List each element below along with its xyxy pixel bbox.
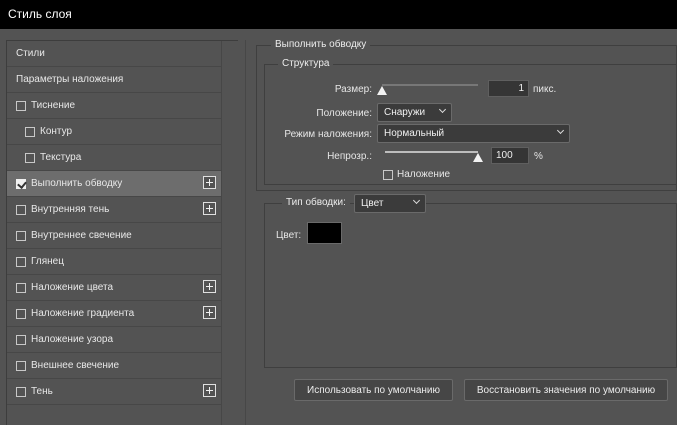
style-list-item-label: Глянец	[31, 256, 64, 267]
style-checkbox[interactable]	[16, 360, 26, 371]
style-list-item[interactable]: Контур	[7, 119, 221, 145]
structure-title: Структура	[278, 58, 334, 69]
make-default-button[interactable]: Использовать по умолчанию	[294, 379, 453, 401]
style-list-item[interactable]: Внутреннее свечение	[7, 223, 221, 249]
size-input[interactable]: 1	[488, 80, 529, 97]
blend-mode-value: Нормальный	[384, 128, 445, 139]
style-list-item[interactable]: Текстура	[7, 145, 221, 171]
style-list-item[interactable]: Параметры наложения	[7, 67, 221, 93]
style-checkbox[interactable]	[16, 308, 26, 319]
style-list-item-label: Наложение узора	[31, 334, 114, 345]
size-unit: пикс.	[533, 84, 557, 95]
style-list-item-label: Стили	[16, 48, 45, 59]
style-checkbox[interactable]	[16, 100, 26, 111]
add-effect-icon[interactable]	[203, 202, 216, 215]
opacity-unit: %	[534, 151, 543, 162]
style-checkbox[interactable]	[25, 152, 35, 163]
size-slider-track[interactable]	[382, 84, 478, 86]
blend-mode-select[interactable]: Нормальный	[377, 124, 570, 143]
size-label: Размер:	[334, 84, 372, 95]
style-list-item-label: Параметры наложения	[16, 74, 124, 85]
style-checkbox[interactable]	[16, 386, 26, 397]
style-list-item[interactable]: Внешнее свечение	[7, 353, 221, 379]
position-value: Снаружи	[384, 107, 426, 118]
chevron-down-icon	[412, 196, 421, 205]
style-list-item-label: Текстура	[40, 152, 82, 163]
style-list-item-label: Наложение цвета	[31, 282, 114, 293]
position-label: Положение:	[316, 108, 372, 119]
style-checkbox[interactable]	[25, 126, 35, 137]
fill-type-label: Тип обводки:	[282, 197, 350, 208]
position-select[interactable]: Снаружи	[377, 103, 452, 122]
opacity-input[interactable]: 100	[491, 147, 529, 164]
style-list-item-label: Тиснение	[31, 100, 76, 111]
style-list-item-label: Внешнее свечение	[31, 360, 120, 371]
style-list-item-label: Наложение градиента	[31, 308, 135, 319]
style-list-item-label: Выполнить обводку	[31, 178, 123, 189]
chevron-down-icon	[556, 126, 565, 135]
title-bar: Стиль слоя	[0, 0, 677, 29]
style-list-item-label: Внутренняя тень	[31, 204, 110, 215]
opacity-label: Непрозр.:	[327, 151, 372, 162]
style-checkbox[interactable]	[16, 204, 26, 215]
add-effect-icon[interactable]	[203, 176, 216, 189]
add-effect-icon[interactable]	[203, 280, 216, 293]
style-checkbox[interactable]	[16, 256, 26, 267]
reset-default-button[interactable]: Восстановить значения по умолчанию	[464, 379, 668, 401]
style-list-item[interactable]: Тень	[7, 379, 221, 405]
style-list-item[interactable]: Выполнить обводку	[7, 171, 221, 197]
size-slider-thumb[interactable]	[377, 86, 387, 95]
chevron-down-icon	[438, 105, 447, 114]
style-list-item[interactable]: Наложение градиента	[7, 301, 221, 327]
style-list-item[interactable]: Наложение узора	[7, 327, 221, 353]
style-list-item[interactable]: Стили	[7, 41, 221, 67]
stroke-color-swatch[interactable]	[307, 222, 342, 244]
panel-divider	[245, 40, 246, 425]
style-list-item[interactable]: Тиснение	[7, 93, 221, 119]
blend-mode-label: Режим наложения:	[284, 129, 372, 140]
style-checkbox[interactable]	[16, 178, 26, 189]
style-list-item[interactable]: Глянец	[7, 249, 221, 275]
window-title: Стиль слоя	[8, 7, 72, 21]
style-checkbox[interactable]	[16, 334, 26, 345]
style-list-item-label: Тень	[31, 386, 53, 397]
style-list-item-label: Внутреннее свечение	[31, 230, 132, 241]
fill-type-select[interactable]: Цвет	[354, 194, 426, 213]
add-effect-icon[interactable]	[203, 306, 216, 319]
style-checkbox[interactable]	[16, 282, 26, 293]
overprint-label: Наложение	[397, 169, 451, 180]
stroke-section-title: Выполнить обводку	[271, 39, 371, 50]
style-list-item[interactable]: Внутренняя тень	[7, 197, 221, 223]
fill-type-value: Цвет	[361, 198, 384, 209]
add-effect-icon[interactable]	[203, 384, 216, 397]
style-list-item[interactable]: Наложение цвета	[7, 275, 221, 301]
opacity-slider-thumb[interactable]	[473, 153, 483, 162]
style-list-item-label: Контур	[40, 126, 73, 137]
style-list: Стили Параметры наложения Тиснение Контур Те…	[6, 40, 238, 425]
list-scroll-area	[221, 41, 238, 425]
opacity-slider-fill	[385, 151, 478, 153]
overprint-checkbox[interactable]	[383, 170, 393, 180]
color-label: Цвет:	[276, 230, 302, 241]
style-checkbox[interactable]	[16, 230, 26, 241]
